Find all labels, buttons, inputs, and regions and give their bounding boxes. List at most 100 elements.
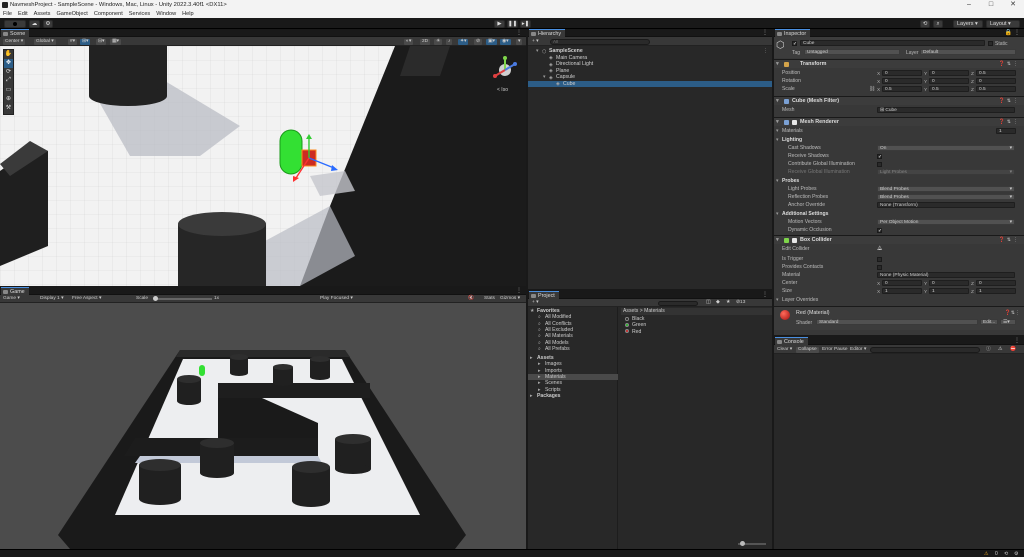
console-menu-icon[interactable]: ⋮ [1014, 337, 1020, 345]
rect-tool-icon[interactable]: ▭ [4, 86, 13, 95]
material-menu-button[interactable]: ☰▾ [1000, 319, 1016, 325]
hierarchy-item[interactable]: ◈ Cube [528, 80, 772, 87]
expand-arrow-icon[interactable]: ▾ [543, 74, 546, 80]
center-y-field[interactable]: 0 [929, 280, 969, 286]
edit-collider-icon[interactable]: ⟁ [877, 245, 882, 253]
size-y-field[interactable]: 1 [929, 288, 969, 294]
contribute-gi-checkbox[interactable] [877, 161, 882, 167]
project-zoom-slider[interactable] [738, 541, 766, 546]
expand-arrow-icon[interactable]: ▾ [536, 48, 539, 54]
project-tree-item[interactable]: ⌕ All Prefabs [528, 346, 618, 352]
tab-inspector[interactable]: Inspector [775, 29, 811, 37]
lighting-toggle[interactable]: ☀ [434, 38, 443, 45]
menu-window[interactable]: Window [156, 11, 176, 17]
audio-toggle[interactable]: ♪ [446, 38, 453, 45]
hierarchy-add-button[interactable]: + ▾ [530, 39, 541, 45]
move-tool-icon[interactable]: ✥ [4, 59, 13, 68]
menu-gameobject[interactable]: GameObject [56, 11, 87, 17]
step-button[interactable]: ▸❚ [520, 19, 531, 28]
active-checkbox[interactable]: ✓ [792, 41, 797, 47]
dynamic-occlusion-checkbox[interactable]: ✓ [877, 227, 882, 233]
console-collapse-toggle[interactable]: Collapse [796, 346, 819, 353]
position-x-field[interactable]: 0 [882, 70, 922, 76]
receive-gi-field[interactable]: Light Probes ▾ [877, 169, 1015, 175]
status-progress-icon[interactable]: ⚠ [984, 551, 988, 557]
hand-tool-icon[interactable]: ✋ [4, 50, 13, 59]
scene-view-label[interactable]: < Iso [497, 87, 508, 93]
play-button[interactable]: ▶ [494, 19, 505, 28]
project-add-button[interactable]: + ▾ [530, 300, 541, 306]
is-trigger-checkbox[interactable] [877, 256, 882, 262]
gizmo-button[interactable]: ▦▾ [110, 38, 121, 45]
space-dropdown[interactable]: Global ▾ [34, 38, 56, 45]
object-name-field[interactable]: Cube [800, 40, 985, 46]
inspector-menu-icon[interactable]: ⋮ [1014, 29, 1020, 37]
menu-assets[interactable]: Assets [34, 11, 51, 17]
position-y-field[interactable]: 0 [929, 70, 969, 76]
status-settings-icon[interactable]: ⚙ [1014, 551, 1018, 557]
center-z-field[interactable]: 0 [976, 280, 1016, 286]
project-search-input[interactable] [658, 300, 698, 306]
status-network-icon[interactable]: ⟲ [1004, 551, 1008, 557]
project-hidden-toggle[interactable]: ⊘13 [734, 300, 747, 306]
light-probes-field[interactable]: Blend Probes ▾ [877, 186, 1015, 192]
play-mode-dropdown[interactable]: Play Focused ▾ [318, 296, 355, 302]
menu-file[interactable]: File [3, 11, 12, 17]
rotation-z-field[interactable]: 0 [976, 78, 1016, 84]
maximize-button[interactable]: □ [980, 0, 1002, 10]
menu-services[interactable]: Services [129, 11, 150, 17]
search-button[interactable]: ⌕ [933, 19, 943, 28]
increment-snap-button[interactable]: ⊟▾ [96, 38, 107, 45]
pivot-dropdown[interactable]: Center ▾ [3, 38, 26, 45]
foldout-arrow-icon[interactable]: ▾ [776, 210, 779, 218]
scene-more-button[interactable]: ▾ [516, 38, 523, 45]
shading-mode-button[interactable]: ◐▾ [404, 38, 414, 45]
console-log-filter[interactable]: ⓘ [984, 347, 993, 353]
transform-tool-icon[interactable]: ⊕ [4, 95, 13, 104]
menu-edit[interactable]: Edit [18, 11, 28, 17]
scale-slider[interactable] [153, 296, 212, 301]
game-mode-dropdown[interactable]: Game ▾ [1, 296, 22, 302]
center-x-field[interactable]: 0 [882, 280, 922, 286]
size-z-field[interactable]: 1 [976, 288, 1016, 294]
inspector-lock-icon[interactable]: 🔒 [1005, 29, 1012, 37]
console-error-filter[interactable]: ⛔ [1008, 347, 1018, 353]
mesh-field[interactable]: ⊞ Cube [877, 107, 1015, 113]
hierarchy-item-menu-icon[interactable]: ⋮ [763, 48, 768, 54]
hierarchy-search-input[interactable] [550, 38, 650, 45]
status-badge[interactable]: 0 [995, 551, 998, 557]
tab-project[interactable]: Project [529, 291, 559, 299]
layer-dropdown[interactable]: Default [920, 49, 1016, 55]
game-viewport[interactable] [0, 303, 526, 549]
camera-settings-button[interactable]: ▣▾ [486, 38, 497, 45]
console-clear-button[interactable]: Clear ▾ [775, 347, 794, 353]
scale-z-field[interactable]: 0.5 [976, 86, 1016, 92]
rotation-y-field[interactable]: 0 [929, 78, 969, 84]
custom-tool-icon[interactable]: ⚒ [4, 104, 13, 113]
tab-console[interactable]: Console [775, 337, 808, 345]
display-dropdown[interactable]: Display 1 ▾ [38, 296, 65, 302]
project-filter-button[interactable]: ◫ [704, 300, 713, 306]
snap-settings-button[interactable]: ⊞▾ [80, 38, 91, 45]
reflection-probes-field[interactable]: Blend Probes ▾ [877, 194, 1015, 200]
menu-help[interactable]: Help [182, 11, 194, 17]
mute-audio-button[interactable]: 🔇 [466, 296, 476, 302]
effects-toggle[interactable]: ✦▾ [458, 38, 469, 45]
foldout-arrow-icon[interactable]: ▾ [776, 127, 779, 135]
grid-snap-button[interactable]: #▾ [68, 38, 78, 45]
provides-contacts-checkbox[interactable] [877, 264, 882, 270]
minimize-button[interactable]: – [958, 0, 980, 10]
scene-viewport[interactable]: < Iso [0, 46, 526, 286]
hierarchy-menu-icon[interactable]: ⋮ [762, 29, 768, 37]
console-warning-filter[interactable]: ⚠ [996, 347, 1004, 353]
pause-button[interactable]: ❚❚ [507, 19, 518, 28]
collab-button[interactable]: ⚙ [43, 19, 53, 28]
project-star-button[interactable]: ★ [724, 300, 732, 306]
constrain-proportions-icon[interactable]: ⛓ [869, 85, 875, 93]
layers-dropdown[interactable]: Layers ▾ [953, 19, 983, 28]
menu-component[interactable]: Component [94, 11, 123, 17]
foldout-arrow-icon[interactable]: ▾ [776, 177, 779, 185]
scene-menu-icon[interactable]: ⋮ [516, 29, 522, 37]
component-menu-icons[interactable]: ❓⇅⋮ [999, 60, 1020, 69]
mesh-renderer-header[interactable]: ▾ Mesh Renderer ❓⇅⋮ [774, 117, 1024, 126]
